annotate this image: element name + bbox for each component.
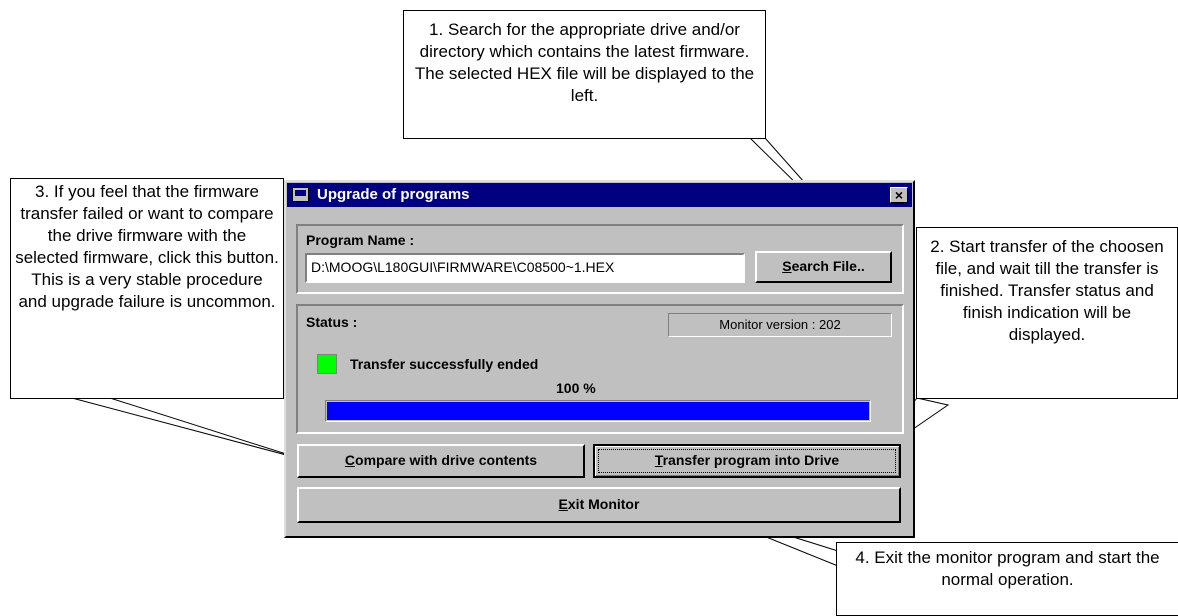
progress-text: 100 % [556, 380, 596, 396]
monitor-icon [292, 187, 309, 202]
search-file-button[interactable]: Search File.. [755, 251, 892, 283]
program-path-field[interactable]: D:\MOOG\L180GUI\FIRMWARE\C08500~1.HEX [305, 253, 745, 283]
compare-mnemonic: C [344, 452, 356, 468]
program-name-group: Program Name : D:\MOOG\L180GUI\FIRMWARE\… [296, 224, 904, 294]
title-bar[interactable]: Upgrade of programs × [287, 183, 912, 207]
exit-mnemonic: E [558, 496, 568, 512]
exit-monitor-button[interactable]: Exit Monitor [297, 487, 901, 523]
callout-compare: 3. If you feel that the firmware transfe… [10, 178, 284, 399]
window-title: Upgrade of programs [317, 186, 470, 203]
search-label: earch File.. [791, 258, 865, 274]
status-label: Status : [306, 314, 358, 330]
status-indicator [317, 354, 337, 374]
program-name-label: Program Name : [306, 232, 415, 248]
transfer-button[interactable]: Transfer program into Drive [593, 444, 901, 478]
upgrade-dialog: Upgrade of programs × Program Name : D:\… [284, 180, 915, 538]
progress-bar [325, 400, 871, 422]
transfer-mnemonic: T [654, 452, 663, 468]
callout-exit: 4. Exit the monitor program and start th… [836, 542, 1178, 616]
search-mnemonic: S [782, 258, 792, 274]
status-group: Status : Monitor version : 202 Transfer … [296, 304, 904, 434]
status-message: Transfer successfully ended [350, 356, 539, 372]
close-button[interactable]: × [890, 187, 908, 203]
compare-label: ompare with drive contents [355, 452, 538, 468]
transfer-label: ransfer program into Drive [662, 452, 840, 468]
compare-button[interactable]: Compare with drive contents [297, 444, 585, 478]
monitor-version-panel: Monitor version : 202 [668, 313, 892, 337]
callout-transfer: 2. Start transfer of the choosen file, a… [916, 227, 1178, 399]
exit-label: xit Monitor [567, 496, 640, 512]
leader-compare [71, 397, 306, 461]
progress-fill [327, 402, 869, 420]
callout-search: 1. Search for the appropriate drive and/… [403, 10, 766, 139]
